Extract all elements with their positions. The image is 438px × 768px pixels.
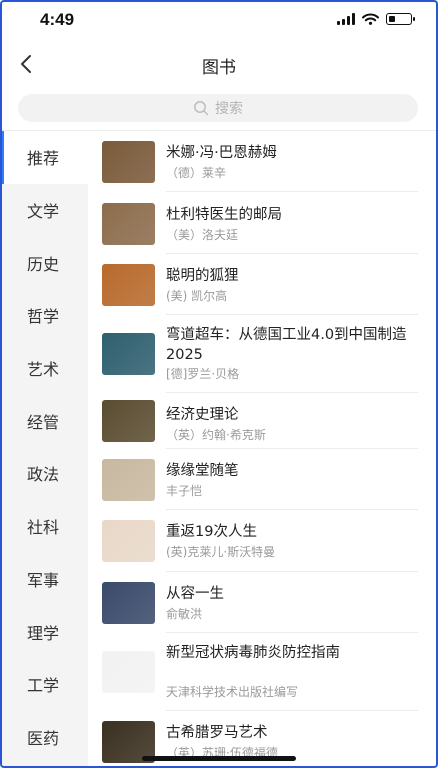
category-item[interactable]: 经管	[0, 394, 88, 447]
book-title: 新型冠状病毒肺炎防控指南	[166, 645, 340, 661]
book-title: 缘缘堂随笔	[166, 463, 239, 479]
category-item[interactable]: 历史	[0, 236, 88, 289]
book-cover	[102, 141, 155, 183]
book-cover	[102, 582, 155, 624]
book-author: (美) 凯尔高	[166, 289, 228, 303]
category-item[interactable]: 哲学	[0, 289, 88, 342]
book-author: （德）莱辛	[166, 166, 227, 180]
book-author: 天津科学技术出版社编写	[166, 685, 299, 699]
book-item[interactable]: 缘缘堂随笔 丰子恺	[88, 449, 418, 510]
wifi-icon	[362, 13, 379, 25]
status-time: 4:49	[40, 10, 75, 29]
book-cover	[102, 651, 155, 693]
category-item[interactable]: 理学	[0, 605, 88, 658]
book-item[interactable]: 重返19次人生 (英)克莱儿·斯沃特曼	[88, 510, 418, 572]
category-item[interactable]: 文学	[0, 184, 88, 237]
book-cover	[102, 333, 155, 375]
book-list: 米娜·冯·巴恩赫姆 （德）莱辛杜利特医生的邮局 （美）洛夫廷 聪明的狐狸 (美) 凯尔高…	[88, 131, 438, 768]
book-cover	[102, 264, 155, 306]
category-item[interactable]: 艺术	[0, 342, 88, 395]
book-item[interactable]: 从容一生 俞敏洪	[88, 572, 418, 633]
book-item[interactable]: 聪明的狐狸 (美) 凯尔高	[88, 254, 418, 315]
category-item[interactable]: 工学	[0, 658, 88, 711]
book-author: （英）约翰·希克斯	[166, 428, 266, 442]
status-bar: 4:49	[0, 0, 438, 40]
book-item[interactable]: 弯道超车：从德国工业4.0到中国制造2025 [德]罗兰·贝格	[88, 315, 418, 393]
page-title: 图书	[202, 58, 236, 78]
book-title: 聪明的狐狸	[166, 268, 239, 284]
book-title: 重返19次人生	[166, 524, 257, 540]
book-title: 经济史理论	[166, 407, 239, 423]
search-input[interactable]: 搜索	[18, 94, 418, 122]
book-cover	[102, 520, 155, 562]
book-item[interactable]: 经济史理论 （英）约翰·希克斯	[88, 393, 418, 449]
category-item[interactable]: 军事	[0, 553, 88, 606]
battery-icon	[386, 13, 415, 25]
row-divider	[166, 191, 418, 192]
home-indicator[interactable]	[142, 756, 296, 761]
book-title: 杜利特医生的邮局	[166, 207, 282, 223]
book-cover	[102, 203, 155, 245]
category-item[interactable]: 社科	[0, 500, 88, 553]
book-title: 弯道超车：从德国工业4.0到中国制造2025	[166, 327, 407, 363]
book-item[interactable]: 杜利特医生的邮局 （美）洛夫廷	[88, 193, 418, 254]
category-item[interactable]: 推荐	[0, 131, 88, 184]
book-author: （美）洛夫廷	[166, 228, 239, 242]
book-author: [德]罗兰·贝格	[166, 367, 240, 381]
book-title: 从容一生	[166, 586, 224, 602]
book-title: 米娜·冯·巴恩赫姆	[166, 145, 277, 161]
search-icon	[194, 101, 209, 116]
book-item[interactable]: 米娜·冯·巴恩赫姆 （德）莱辛	[88, 131, 418, 192]
book-author: (英)克莱儿·斯沃特曼	[166, 545, 276, 559]
book-author: 俞敏洪	[166, 607, 203, 621]
nav-bar: 图书	[0, 40, 438, 88]
book-cover	[102, 459, 155, 501]
signal-icon	[337, 13, 355, 25]
search-placeholder: 搜索	[215, 101, 243, 117]
battery-level	[388, 15, 395, 22]
book-title: 古希腊罗马艺术	[166, 725, 268, 741]
book-author: 丰子恺	[166, 484, 203, 498]
category-item[interactable]: 政法	[0, 447, 88, 500]
category-item[interactable]: 医药	[0, 711, 88, 764]
status-icons	[337, 13, 415, 25]
category-sidebar: 推荐 文学 历史 哲学 艺术 经管 政法 社科 军事 理学 工学 医药	[0, 131, 88, 768]
book-cover	[102, 400, 155, 442]
book-item[interactable]: 新型冠状病毒肺炎防控指南 天津科学技术出版社编写	[88, 633, 418, 711]
